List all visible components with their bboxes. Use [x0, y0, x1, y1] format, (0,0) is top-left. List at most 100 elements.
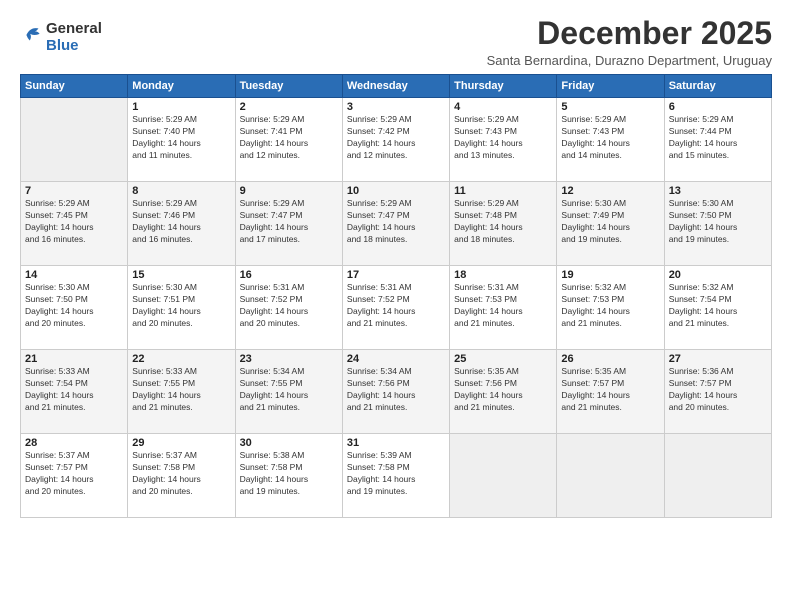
page: General Blue December 2025 Santa Bernard… — [0, 0, 792, 612]
day-info: Sunrise: 5:29 AMSunset: 7:47 PMDaylight:… — [240, 198, 338, 246]
day-info: Sunrise: 5:36 AMSunset: 7:57 PMDaylight:… — [669, 366, 767, 414]
day-cell — [664, 434, 771, 518]
day-cell: 4Sunrise: 5:29 AMSunset: 7:43 PMDaylight… — [450, 98, 557, 182]
day-info: Sunrise: 5:31 AMSunset: 7:52 PMDaylight:… — [240, 282, 338, 330]
day-number: 28 — [25, 437, 123, 449]
day-number: 1 — [132, 101, 230, 113]
day-cell: 14Sunrise: 5:30 AMSunset: 7:50 PMDayligh… — [21, 266, 128, 350]
day-info: Sunrise: 5:29 AMSunset: 7:44 PMDaylight:… — [669, 114, 767, 162]
week-row-1: 1Sunrise: 5:29 AMSunset: 7:40 PMDaylight… — [21, 98, 772, 182]
day-cell — [450, 434, 557, 518]
day-number: 7 — [25, 185, 123, 197]
col-header-tuesday: Tuesday — [235, 75, 342, 98]
day-cell: 26Sunrise: 5:35 AMSunset: 7:57 PMDayligh… — [557, 350, 664, 434]
day-info: Sunrise: 5:29 AMSunset: 7:45 PMDaylight:… — [25, 198, 123, 246]
col-header-monday: Monday — [128, 75, 235, 98]
day-number: 16 — [240, 269, 338, 281]
day-cell: 25Sunrise: 5:35 AMSunset: 7:56 PMDayligh… — [450, 350, 557, 434]
day-cell: 27Sunrise: 5:36 AMSunset: 7:57 PMDayligh… — [664, 350, 771, 434]
day-cell: 21Sunrise: 5:33 AMSunset: 7:54 PMDayligh… — [21, 350, 128, 434]
logo-text — [20, 24, 44, 51]
day-info: Sunrise: 5:29 AMSunset: 7:48 PMDaylight:… — [454, 198, 552, 246]
day-cell: 5Sunrise: 5:29 AMSunset: 7:43 PMDaylight… — [557, 98, 664, 182]
day-cell: 22Sunrise: 5:33 AMSunset: 7:55 PMDayligh… — [128, 350, 235, 434]
col-header-wednesday: Wednesday — [342, 75, 449, 98]
day-info: Sunrise: 5:29 AMSunset: 7:46 PMDaylight:… — [132, 198, 230, 246]
day-info: Sunrise: 5:34 AMSunset: 7:55 PMDaylight:… — [240, 366, 338, 414]
day-info: Sunrise: 5:38 AMSunset: 7:58 PMDaylight:… — [240, 450, 338, 498]
logo: General Blue — [20, 20, 102, 55]
day-cell: 15Sunrise: 5:30 AMSunset: 7:51 PMDayligh… — [128, 266, 235, 350]
day-number: 11 — [454, 185, 552, 197]
day-cell: 24Sunrise: 5:34 AMSunset: 7:56 PMDayligh… — [342, 350, 449, 434]
day-info: Sunrise: 5:30 AMSunset: 7:49 PMDaylight:… — [561, 198, 659, 246]
day-info: Sunrise: 5:31 AMSunset: 7:53 PMDaylight:… — [454, 282, 552, 330]
header: General Blue December 2025 Santa Bernard… — [20, 16, 772, 68]
day-info: Sunrise: 5:29 AMSunset: 7:40 PMDaylight:… — [132, 114, 230, 162]
day-info: Sunrise: 5:33 AMSunset: 7:54 PMDaylight:… — [25, 366, 123, 414]
day-cell: 19Sunrise: 5:32 AMSunset: 7:53 PMDayligh… — [557, 266, 664, 350]
logo-wordmark: General Blue — [46, 20, 102, 55]
day-number: 25 — [454, 353, 552, 365]
day-cell: 7Sunrise: 5:29 AMSunset: 7:45 PMDaylight… — [21, 182, 128, 266]
day-cell — [557, 434, 664, 518]
day-number: 8 — [132, 185, 230, 197]
day-cell: 31Sunrise: 5:39 AMSunset: 7:58 PMDayligh… — [342, 434, 449, 518]
day-info: Sunrise: 5:32 AMSunset: 7:53 PMDaylight:… — [561, 282, 659, 330]
day-number: 2 — [240, 101, 338, 113]
day-cell: 16Sunrise: 5:31 AMSunset: 7:52 PMDayligh… — [235, 266, 342, 350]
day-info: Sunrise: 5:29 AMSunset: 7:42 PMDaylight:… — [347, 114, 445, 162]
day-cell: 11Sunrise: 5:29 AMSunset: 7:48 PMDayligh… — [450, 182, 557, 266]
day-info: Sunrise: 5:35 AMSunset: 7:57 PMDaylight:… — [561, 366, 659, 414]
day-cell: 29Sunrise: 5:37 AMSunset: 7:58 PMDayligh… — [128, 434, 235, 518]
day-number: 6 — [669, 101, 767, 113]
col-header-saturday: Saturday — [664, 75, 771, 98]
day-number: 20 — [669, 269, 767, 281]
day-number: 14 — [25, 269, 123, 281]
day-number: 27 — [669, 353, 767, 365]
day-info: Sunrise: 5:33 AMSunset: 7:55 PMDaylight:… — [132, 366, 230, 414]
week-row-3: 14Sunrise: 5:30 AMSunset: 7:50 PMDayligh… — [21, 266, 772, 350]
month-title: December 2025 — [487, 16, 772, 51]
day-info: Sunrise: 5:29 AMSunset: 7:43 PMDaylight:… — [454, 114, 552, 162]
day-cell: 8Sunrise: 5:29 AMSunset: 7:46 PMDaylight… — [128, 182, 235, 266]
day-cell: 1Sunrise: 5:29 AMSunset: 7:40 PMDaylight… — [128, 98, 235, 182]
day-cell: 9Sunrise: 5:29 AMSunset: 7:47 PMDaylight… — [235, 182, 342, 266]
subtitle: Santa Bernardina, Durazno Department, Ur… — [487, 53, 772, 68]
week-row-4: 21Sunrise: 5:33 AMSunset: 7:54 PMDayligh… — [21, 350, 772, 434]
day-cell: 3Sunrise: 5:29 AMSunset: 7:42 PMDaylight… — [342, 98, 449, 182]
week-row-2: 7Sunrise: 5:29 AMSunset: 7:45 PMDaylight… — [21, 182, 772, 266]
logo-line2: Blue — [46, 37, 102, 54]
day-cell: 28Sunrise: 5:37 AMSunset: 7:57 PMDayligh… — [21, 434, 128, 518]
day-number: 31 — [347, 437, 445, 449]
header-row: SundayMondayTuesdayWednesdayThursdayFrid… — [21, 75, 772, 98]
day-info: Sunrise: 5:32 AMSunset: 7:54 PMDaylight:… — [669, 282, 767, 330]
day-info: Sunrise: 5:37 AMSunset: 7:57 PMDaylight:… — [25, 450, 123, 498]
day-number: 4 — [454, 101, 552, 113]
day-cell: 18Sunrise: 5:31 AMSunset: 7:53 PMDayligh… — [450, 266, 557, 350]
day-number: 17 — [347, 269, 445, 281]
col-header-thursday: Thursday — [450, 75, 557, 98]
title-block: December 2025 Santa Bernardina, Durazno … — [487, 16, 772, 68]
week-row-5: 28Sunrise: 5:37 AMSunset: 7:57 PMDayligh… — [21, 434, 772, 518]
col-header-sunday: Sunday — [21, 75, 128, 98]
day-cell: 30Sunrise: 5:38 AMSunset: 7:58 PMDayligh… — [235, 434, 342, 518]
day-cell: 17Sunrise: 5:31 AMSunset: 7:52 PMDayligh… — [342, 266, 449, 350]
day-number: 30 — [240, 437, 338, 449]
logo-bird-icon — [22, 24, 44, 46]
day-info: Sunrise: 5:29 AMSunset: 7:43 PMDaylight:… — [561, 114, 659, 162]
day-info: Sunrise: 5:30 AMSunset: 7:50 PMDaylight:… — [669, 198, 767, 246]
day-number: 18 — [454, 269, 552, 281]
logo-line1: General — [46, 20, 102, 37]
day-number: 9 — [240, 185, 338, 197]
col-header-friday: Friday — [557, 75, 664, 98]
day-number: 29 — [132, 437, 230, 449]
day-cell: 10Sunrise: 5:29 AMSunset: 7:47 PMDayligh… — [342, 182, 449, 266]
day-number: 26 — [561, 353, 659, 365]
day-cell: 23Sunrise: 5:34 AMSunset: 7:55 PMDayligh… — [235, 350, 342, 434]
day-number: 10 — [347, 185, 445, 197]
day-number: 13 — [669, 185, 767, 197]
day-number: 19 — [561, 269, 659, 281]
day-number: 3 — [347, 101, 445, 113]
day-cell — [21, 98, 128, 182]
